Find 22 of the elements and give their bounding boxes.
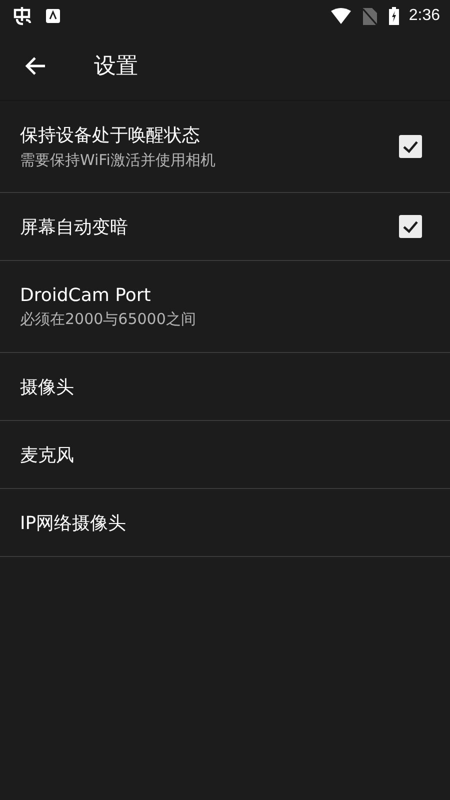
settings-item[interactable]: 保持设备处于唤醒状态 需要保持WiFi激活并使用相机 (0, 101, 450, 193)
setting-title: DroidCam Port (20, 284, 152, 306)
battery-charging-icon (388, 7, 399, 25)
checkbox[interactable] (399, 215, 422, 238)
no-sim-icon (362, 8, 377, 24)
settings-item[interactable]: 摄像头 (0, 353, 450, 421)
setting-summary: 需要保持WiFi激活并使用相机 (20, 151, 216, 170)
checkbox[interactable] (399, 135, 422, 158)
setting-title: IP网络摄像头 (20, 512, 128, 534)
settings-item[interactable]: 屏幕自动变暗 (0, 193, 450, 261)
toolbar-title: 设置 (94, 53, 138, 81)
settings-item[interactable]: DroidCam Port 必须在2000与65000之间 (0, 261, 450, 353)
setting-title: 摄像头 (20, 376, 75, 398)
setting-summary: 必须在2000与65000之间 (20, 310, 197, 328)
setting-title: 屏幕自动变暗 (20, 216, 129, 238)
clock-time: 2:36 (408, 7, 440, 25)
wifi-icon (330, 8, 351, 24)
back-arrow-icon (24, 56, 46, 76)
settings-item[interactable]: 麦克风 (0, 421, 450, 489)
setting-title: 保持设备处于唤醒状态 (20, 124, 201, 147)
setting-title: 麦克风 (20, 444, 75, 466)
settings-item[interactable]: IP网络摄像头 (0, 489, 450, 557)
